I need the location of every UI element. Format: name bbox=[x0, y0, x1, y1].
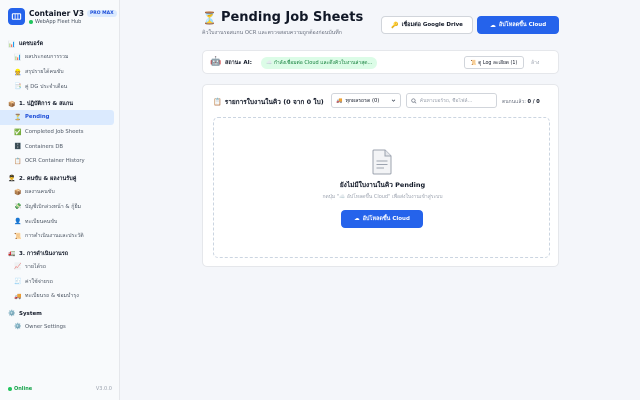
app-version: V3.0.0 bbox=[95, 386, 112, 392]
sidebar-item-owner-settings[interactable]: ⚙️ Owner Settings bbox=[0, 320, 120, 335]
truck-icon: 🚛 bbox=[8, 250, 16, 258]
page-title: ⏳ Pending Job Sheets bbox=[202, 10, 364, 25]
queue-title: 📋 รายการใบงานในคิว (0 จาก 0 ใบ) bbox=[213, 98, 324, 106]
scanned-count: ตนกนแล้ว: 0 / 0 bbox=[502, 99, 540, 105]
empty-drop-zone: ยังไม่มีใบงานในคิว Pending กดปุ่ม "☁️ อั… bbox=[213, 117, 550, 258]
money-icon: 💸 bbox=[14, 203, 22, 211]
sidebar-item-operations-history[interactable]: 📜 การดำเนินงานและประวัติ bbox=[0, 229, 120, 244]
truck-icon: 🚚 bbox=[336, 97, 343, 104]
robot-icon: 🤖 bbox=[210, 57, 222, 67]
scroll-icon: 📜 bbox=[14, 232, 22, 240]
box-icon: 📦 bbox=[8, 100, 16, 108]
box-icon: 📦 bbox=[14, 188, 22, 196]
chart-icon: 📊 bbox=[8, 40, 16, 48]
brand: Container V3 PRO MAX WebApp Fleet Hub bbox=[8, 8, 117, 25]
document-icon bbox=[372, 149, 392, 175]
sidebar-nav: 📊 แดชบอร์ด 📊 ผลประกอบการรวม 👷 สรุปรายได้… bbox=[0, 38, 120, 334]
sidebar-footer: Online V3.0.0 bbox=[8, 386, 112, 392]
job-queue-card: 📋 รายการใบงานในคิว (0 จาก 0 ใบ) 🚚 ทุกผลร… bbox=[202, 84, 559, 267]
receipt-icon: 🧾 bbox=[14, 278, 22, 286]
sidebar-item-pending[interactable]: ⏳ Pending bbox=[0, 110, 114, 125]
worker-icon: 👷 bbox=[14, 68, 22, 76]
sidebar-item-monthly-dg[interactable]: 📑 คู่ DG ประจำเดือน bbox=[0, 79, 120, 94]
cabinet-icon: 🗄️ bbox=[14, 143, 22, 151]
gear-icon: ⚙️ bbox=[8, 310, 16, 318]
cloud-icon: ☁ bbox=[354, 216, 360, 222]
section-dashboard: 📊 แดชบอร์ด bbox=[8, 40, 44, 48]
cloud-icon: ☁ bbox=[489, 21, 496, 29]
sidebar-item-driver-income[interactable]: 👷 สรุปรายได้คนขับ bbox=[0, 65, 120, 80]
clear-button[interactable]: ล้าง bbox=[531, 59, 539, 67]
ai-status-label: สถานะ AI: bbox=[225, 60, 252, 66]
sidebar-item-driver-performance[interactable]: 📦 ผลงานคนขับ bbox=[0, 185, 120, 200]
document-icon: 📑 bbox=[14, 83, 22, 91]
search-icon bbox=[411, 97, 417, 104]
sidebar-item-overall-performance[interactable]: 📊 ผลประกอบการรวม bbox=[0, 50, 120, 65]
trend-up-icon: 📈 bbox=[14, 263, 22, 271]
search-input[interactable] bbox=[419, 97, 492, 104]
sidebar-item-driver-registry[interactable]: 👤 ทะเบียนคนขับ bbox=[0, 214, 120, 229]
section-operations: 📦 1. ปฏิบัติการ & สแกน bbox=[8, 100, 74, 108]
truck-filter-select[interactable]: 🚚 ทุกผลรถรด (0) bbox=[331, 93, 401, 108]
empty-state-title: ยังไม่มีใบงานในคิว Pending bbox=[339, 181, 426, 189]
user-icon: 👤 bbox=[14, 218, 22, 226]
pilot-icon: 👨‍✈️ bbox=[8, 175, 16, 183]
online-status: Online bbox=[8, 386, 32, 392]
brand-title: Container V3 bbox=[29, 8, 84, 18]
chevron-down-icon bbox=[391, 99, 396, 102]
section-system: ⚙️ System bbox=[8, 310, 42, 318]
clipboard-icon: 📋 bbox=[213, 98, 222, 106]
key-icon: 🔑 bbox=[391, 21, 399, 29]
hourglass-icon: ⏳ bbox=[202, 10, 217, 25]
online-dot-icon bbox=[29, 19, 33, 24]
empty-upload-cloud-button[interactable]: ☁ อัปโหลดขึ้น Cloud bbox=[341, 210, 423, 228]
check-icon: ✅ bbox=[14, 128, 22, 136]
sidebar-item-completed-job-sheets[interactable]: ✅ Completed Job Sheets bbox=[0, 125, 120, 140]
ai-status-card: 🤖 สถานะ AI: ☁️ กำลังเชื่อมต่อ Cloud และด… bbox=[202, 50, 559, 74]
search-box bbox=[406, 93, 497, 108]
ai-status-badge: ☁️ กำลังเชื่อมต่อ Cloud และดึงคิวใบงานล่… bbox=[261, 57, 378, 69]
sidebar-item-vehicle-income[interactable]: 📈 รายได้รถ bbox=[0, 260, 120, 275]
sidebar-item-vehicle-registry[interactable]: 🚚 ทะเบียนรถ & ซ่อมบำรุง bbox=[0, 289, 120, 304]
pro-badge: PRO MAX bbox=[86, 9, 117, 17]
container-logo-icon bbox=[8, 8, 25, 25]
online-dot-icon bbox=[8, 387, 12, 391]
connect-google-drive-button[interactable]: 🔑 เชื่อมต่อ Google Drive bbox=[381, 16, 473, 34]
sidebar: Container V3 PRO MAX WebApp Fleet Hub 📊 … bbox=[0, 0, 120, 400]
main-content: ⏳ Pending Job Sheets คิวใบงานรอสแกน OCR … bbox=[120, 0, 640, 400]
section-vehicles: 🚛 3. การดำเนินงานรถ bbox=[8, 250, 69, 258]
sidebar-item-ocr-history[interactable]: 📋 OCR Container History bbox=[0, 154, 120, 169]
truck-icon: 🚚 bbox=[14, 292, 22, 300]
sidebar-item-advance-loans[interactable]: 💸 บัญชีเบิกล่วงหน้า & กู้ยืม bbox=[0, 200, 120, 215]
upload-cloud-button[interactable]: ☁ อัปโหลดขึ้น Cloud bbox=[477, 16, 559, 34]
clipboard-icon: 📋 bbox=[14, 157, 22, 165]
hourglass-icon: ⏳ bbox=[14, 113, 22, 121]
sidebar-item-vehicle-expenses[interactable]: 🧾 ค่าใช้จ่ายรถ bbox=[0, 274, 120, 289]
section-drivers: 👨‍✈️ 2. คนขับ & ผลงานรับคู่ bbox=[8, 175, 77, 183]
empty-state-subtitle: กดปุ่ม "☁️ อัปโหลดขึ้น Cloud" เพื่อส่งใบ… bbox=[322, 194, 443, 200]
sidebar-item-containers-db[interactable]: 🗄️ Containers DB bbox=[0, 139, 120, 154]
gear-icon: ⚙️ bbox=[14, 323, 22, 331]
chart-icon: 📊 bbox=[14, 53, 22, 61]
view-log-button[interactable]: 📜 ดู Log ละเอียด (1) bbox=[464, 56, 524, 69]
page-subtitle: คิวใบงานรอสแกน OCR และตรวจสอบความถูกต้อง… bbox=[202, 30, 343, 36]
brand-subtitle: WebApp Fleet Hub bbox=[35, 18, 82, 25]
